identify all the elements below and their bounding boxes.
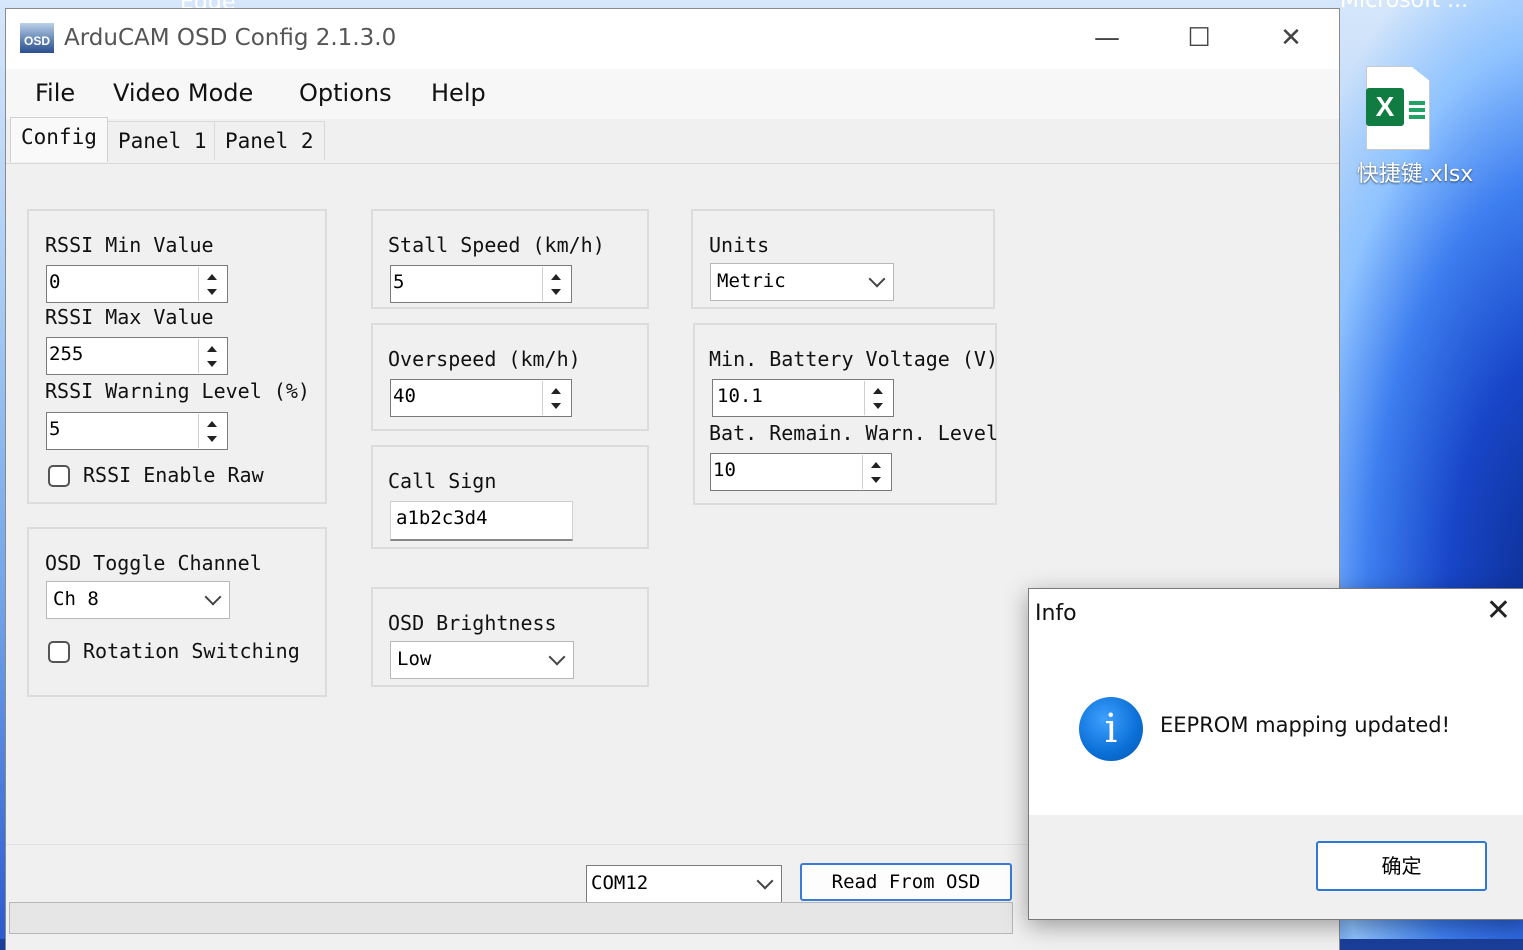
chevron-down-icon xyxy=(756,872,774,890)
battery-remain-warn-label: Bat. Remain. Warn. Level xyxy=(709,421,998,445)
stall-speed-spinner[interactable]: 5 xyxy=(390,265,572,303)
rssi-min-spinner[interactable]: 0 xyxy=(46,265,228,303)
ok-button[interactable]: 确定 xyxy=(1316,841,1487,891)
call-sign-input[interactable]: a1b2c3d4 xyxy=(390,501,573,541)
rssi-warning-label: RSSI Warning Level (%) xyxy=(45,379,310,403)
window-title: ArduCAM OSD Config 2.1.3.0 xyxy=(64,25,397,51)
call-sign-group: Call Sign a1b2c3d4 xyxy=(371,445,649,549)
overspeed-spinner[interactable]: 40 xyxy=(390,379,572,417)
chevron-down-icon xyxy=(548,648,566,666)
overspeed-value: 40 xyxy=(393,385,416,407)
tab-panel-2[interactable]: Panel 2 xyxy=(214,121,325,160)
units-group: Units Metric xyxy=(691,209,995,309)
spinner-arrows-icon[interactable] xyxy=(198,267,225,301)
spinner-arrows-icon[interactable] xyxy=(198,339,225,373)
rssi-warning-value: 5 xyxy=(49,418,61,440)
desktop-file-xlsx[interactable]: X 快捷键.xlsx xyxy=(1350,66,1480,188)
units-value: Metric xyxy=(717,270,786,292)
rssi-max-label: RSSI Max Value xyxy=(45,305,214,329)
spinner-arrows-icon[interactable] xyxy=(864,381,891,415)
osd-toggle-channel-value: Ch 8 xyxy=(53,588,99,610)
menu-help[interactable]: Help xyxy=(431,79,486,107)
rssi-max-value: 255 xyxy=(49,343,84,365)
app-icon: OSD xyxy=(20,23,54,53)
com-port-value: COM12 xyxy=(591,872,649,894)
spinner-arrows-icon[interactable] xyxy=(542,381,569,415)
dialog-message: EEPROM mapping updated! xyxy=(1160,713,1450,737)
rssi-min-label: RSSI Min Value xyxy=(45,233,214,257)
call-sign-label: Call Sign xyxy=(388,469,497,493)
osd-toggle-label: OSD Toggle Channel xyxy=(45,551,262,575)
units-label: Units xyxy=(709,233,770,257)
battery-min-voltage-spinner[interactable]: 10.1 xyxy=(712,379,894,417)
stall-speed-label: Stall Speed (km/h) xyxy=(388,233,605,257)
rssi-warning-spinner[interactable]: 5 xyxy=(46,412,228,450)
tab-strip: Config Panel 1 Panel 2 xyxy=(6,117,1339,164)
osd-toggle-channel-select[interactable]: Ch 8 xyxy=(46,581,230,619)
spinner-arrows-icon[interactable] xyxy=(542,267,569,301)
tab-panel-1[interactable]: Panel 1 xyxy=(107,121,218,160)
com-port-select[interactable]: COM12 xyxy=(586,865,782,903)
rssi-max-spinner[interactable]: 255 xyxy=(46,337,228,375)
menu-video-mode[interactable]: Video Mode xyxy=(113,79,253,107)
rotation-switching-checkbox[interactable] xyxy=(48,641,70,663)
spinner-arrows-icon[interactable] xyxy=(198,414,225,448)
call-sign-value: a1b2c3d4 xyxy=(396,507,488,529)
dialog-title: Info xyxy=(1035,601,1077,626)
overspeed-group: Overspeed (km/h) 40 xyxy=(371,323,649,431)
overspeed-label: Overspeed (km/h) xyxy=(388,347,581,371)
chevron-down-icon xyxy=(868,270,886,288)
osd-toggle-group: OSD Toggle Channel Ch 8 Rotation Switchi… xyxy=(27,527,327,697)
stall-speed-value: 5 xyxy=(393,271,405,293)
osd-brightness-select[interactable]: Low xyxy=(390,641,574,679)
spinner-arrows-icon[interactable] xyxy=(862,455,889,489)
rssi-enable-raw-label: RSSI Enable Raw xyxy=(83,463,264,487)
battery-remain-warn-spinner[interactable]: 10 xyxy=(710,453,892,491)
rssi-enable-raw-checkbox[interactable] xyxy=(48,465,70,487)
dialog-footer: 确定 xyxy=(1029,815,1523,919)
rssi-group: RSSI Min Value 0 RSSI Max Value 255 RSSI… xyxy=(27,209,327,504)
info-dialog: Info ✕ i EEPROM mapping updated! 确定 xyxy=(1028,588,1523,920)
maximize-button[interactable]: ☐ xyxy=(1154,9,1244,69)
excel-grid-icon xyxy=(1409,101,1425,121)
stall-speed-group: Stall Speed (km/h) 5 xyxy=(371,209,649,309)
read-from-osd-button[interactable]: Read From OSD xyxy=(800,863,1012,901)
menu-bar: File Video Mode Options Help xyxy=(6,69,1339,119)
osd-brightness-label: OSD Brightness xyxy=(388,611,557,635)
battery-min-voltage-value: 10.1 xyxy=(717,385,763,407)
excel-x-icon: X xyxy=(1366,88,1404,126)
menu-file[interactable]: File xyxy=(35,79,75,107)
desktop-label-microsoft[interactable]: Microsoft ... xyxy=(1340,0,1468,13)
rssi-min-value: 0 xyxy=(49,271,61,293)
units-select[interactable]: Metric xyxy=(710,263,894,301)
menu-options[interactable]: Options xyxy=(299,79,392,107)
battery-group: Min. Battery Voltage (V) 10.1 Bat. Remai… xyxy=(693,323,998,505)
rotation-switching-label: Rotation Switching xyxy=(83,639,300,663)
title-bar[interactable]: OSD ArduCAM OSD Config 2.1.3.0 — ☐ ✕ xyxy=(6,9,1339,69)
dialog-body: i EEPROM mapping updated! xyxy=(1029,639,1523,815)
tab-config[interactable]: Config xyxy=(10,117,108,162)
osd-brightness-group: OSD Brightness Low xyxy=(371,587,649,687)
battery-min-voltage-label: Min. Battery Voltage (V) xyxy=(709,347,998,371)
dialog-close-icon[interactable]: ✕ xyxy=(1486,593,1511,628)
close-button[interactable]: ✕ xyxy=(1246,9,1336,69)
osd-brightness-value: Low xyxy=(397,648,432,670)
desktop-file-label: 快捷键.xlsx xyxy=(1356,162,1474,187)
status-bar xyxy=(9,902,1013,934)
minimize-button[interactable]: — xyxy=(1062,9,1152,69)
battery-remain-warn-value: 10 xyxy=(713,459,736,481)
chevron-down-icon xyxy=(204,588,222,606)
info-icon: i xyxy=(1079,697,1143,761)
